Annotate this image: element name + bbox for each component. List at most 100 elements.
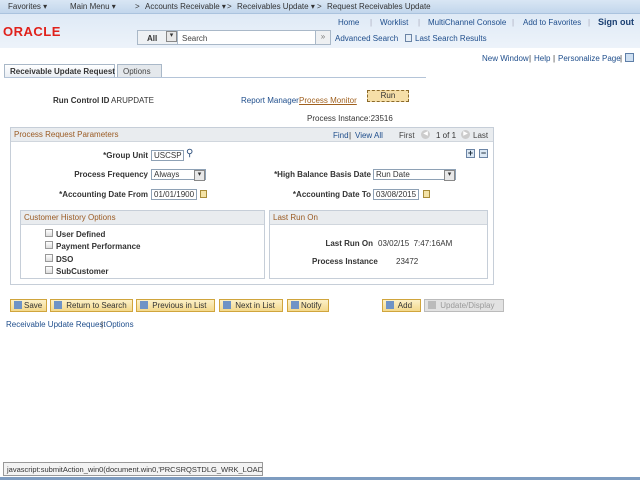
- home-link[interactable]: Home: [338, 18, 359, 27]
- last-process-instance-value: 23472: [396, 257, 419, 266]
- search-scope-value: All: [147, 34, 158, 43]
- worklist-link[interactable]: Worklist: [380, 18, 408, 27]
- last-search-results-icon: [405, 34, 412, 42]
- last-process-instance-label: Process Instance: [312, 257, 378, 266]
- main-menu[interactable]: Main Menu ▾: [70, 2, 116, 11]
- group-unit-label: *Group Unit: [103, 151, 148, 160]
- save-label: Save: [24, 301, 43, 310]
- dso-label: DSO: [56, 255, 74, 264]
- favorites-menu[interactable]: Favorites ▾: [8, 2, 47, 11]
- divider: |: [620, 54, 623, 63]
- divider: |: [418, 18, 421, 27]
- tab-options[interactable]: Options: [117, 64, 162, 77]
- new-window-link[interactable]: New Window: [482, 54, 529, 63]
- advanced-search-link[interactable]: Advanced Search: [335, 34, 398, 43]
- help-link[interactable]: Help: [534, 54, 550, 63]
- payment-performance-checkbox[interactable]: [45, 241, 53, 249]
- page-layout-icon[interactable]: [625, 53, 634, 62]
- search-go-button[interactable]: »: [315, 30, 331, 45]
- update-display-button[interactable]: Update/Display: [424, 299, 504, 312]
- group-unit-input[interactable]: USCSP: [151, 150, 184, 161]
- add-to-favorites-link[interactable]: Add to Favorites: [523, 18, 581, 27]
- breadcrumb-request-receivables-update[interactable]: Request Receivables Update: [327, 2, 431, 11]
- accounting-date-from-label: *Accounting Date From: [59, 190, 148, 199]
- return-to-search-icon: [54, 301, 62, 309]
- next-row-icon[interactable]: ▶: [461, 130, 470, 139]
- crumb-sep: >: [317, 2, 322, 11]
- dso-checkbox[interactable]: [45, 254, 53, 262]
- divider: |: [512, 18, 515, 27]
- first-label: First: [399, 131, 415, 140]
- oracle-logo: ORACLE: [3, 24, 61, 39]
- view-all-link[interactable]: View All: [355, 131, 383, 140]
- run-control-label: Run Control ID: [53, 96, 110, 105]
- panel-title: Last Run On: [273, 213, 318, 222]
- previous-icon: [140, 301, 148, 309]
- delete-row-icon[interactable]: −: [479, 149, 488, 158]
- footer-options-link[interactable]: Options: [106, 320, 134, 329]
- breadcrumb-accounts-receivable[interactable]: Accounts Receivable ▾: [145, 2, 226, 11]
- add-row-icon[interactable]: +: [466, 149, 475, 158]
- add-button[interactable]: Add: [382, 299, 421, 312]
- subcustomer-checkbox[interactable]: [45, 266, 53, 274]
- personalize-page-link[interactable]: Personalize Page: [558, 54, 621, 63]
- divider: |: [553, 54, 556, 63]
- divider: |: [349, 131, 352, 140]
- crumb-sep: >: [227, 2, 232, 11]
- high-balance-basis-date-label: *High Balance Basis Date: [274, 170, 371, 179]
- process-frequency-select[interactable]: Always: [151, 169, 206, 181]
- find-link[interactable]: Find: [333, 131, 349, 140]
- notify-label: Notify: [301, 301, 322, 310]
- high-balance-basis-date-select[interactable]: Run Date: [373, 169, 456, 181]
- calendar-icon[interactable]: [423, 190, 430, 198]
- last-search-results-link[interactable]: Last Search Results: [415, 34, 487, 43]
- return-to-search-button[interactable]: Return to Search: [50, 299, 133, 312]
- divider: |: [529, 54, 532, 63]
- multichannel-console-link[interactable]: MultiChannel Console: [428, 18, 506, 27]
- tab-receivable-update-request[interactable]: Receivable Update Request: [4, 64, 115, 77]
- save-icon: [14, 301, 22, 309]
- notify-button[interactable]: Notify: [287, 299, 329, 312]
- panel-header: Last Run On: [270, 211, 487, 225]
- user-defined-label: User Defined: [56, 230, 106, 239]
- update-label: Update/Display: [440, 301, 495, 310]
- report-manager-link[interactable]: Report Manager: [241, 96, 299, 105]
- payment-performance-label: Payment Performance: [56, 242, 141, 251]
- user-defined-checkbox[interactable]: [45, 229, 53, 237]
- prev-label: Previous in List: [152, 301, 207, 310]
- panel-header: Customer History Options: [21, 211, 264, 225]
- divider: |: [101, 320, 104, 329]
- save-button[interactable]: Save: [10, 299, 47, 312]
- lookup-icon[interactable]: ⚲: [186, 148, 193, 159]
- subcustomer-label: SubCustomer: [56, 267, 109, 276]
- divider: |: [588, 18, 591, 27]
- run-control-value: ARUPDATE: [111, 96, 154, 105]
- last-run-on-label: Last Run On: [325, 239, 373, 248]
- last-label: Last: [473, 131, 489, 140]
- next-icon: [223, 301, 231, 309]
- search-scope-select[interactable]: All: [137, 30, 178, 45]
- previous-row-icon[interactable]: ◀: [421, 130, 430, 139]
- return-label: Return to Search: [66, 301, 127, 310]
- notify-icon: [291, 301, 299, 309]
- panel-title: Customer History Options: [24, 213, 116, 222]
- top-nav-bar: Favorites ▾ Main Menu ▾ > Accounts Recei…: [0, 0, 640, 14]
- crumb-sep: >: [135, 2, 140, 11]
- accounting-date-from-input[interactable]: 01/01/1900: [151, 189, 197, 200]
- calendar-icon[interactable]: [200, 190, 207, 198]
- next-label: Next in List: [235, 301, 275, 310]
- run-button[interactable]: Run: [367, 90, 409, 102]
- footer-receivable-update-request-link[interactable]: Receivable Update Request: [6, 320, 106, 329]
- panel-title: Process Request Parameters: [14, 130, 119, 139]
- divider: |: [370, 18, 373, 27]
- previous-in-list-button[interactable]: Previous in List: [136, 299, 215, 312]
- sign-out-link[interactable]: Sign out: [598, 17, 634, 27]
- status-bar-url: javascript:submitAction_win0(document.wi…: [3, 462, 263, 476]
- accounting-date-to-label: *Accounting Date To: [292, 190, 371, 199]
- search-input[interactable]: Search: [177, 30, 316, 45]
- add-icon: [386, 301, 394, 309]
- accounting-date-to-input[interactable]: 03/08/2015: [373, 189, 419, 200]
- process-monitor-link[interactable]: Process Monitor: [299, 96, 357, 105]
- breadcrumb-receivables-update[interactable]: Receivables Update ▾: [237, 2, 315, 11]
- next-in-list-button[interactable]: Next in List: [219, 299, 283, 312]
